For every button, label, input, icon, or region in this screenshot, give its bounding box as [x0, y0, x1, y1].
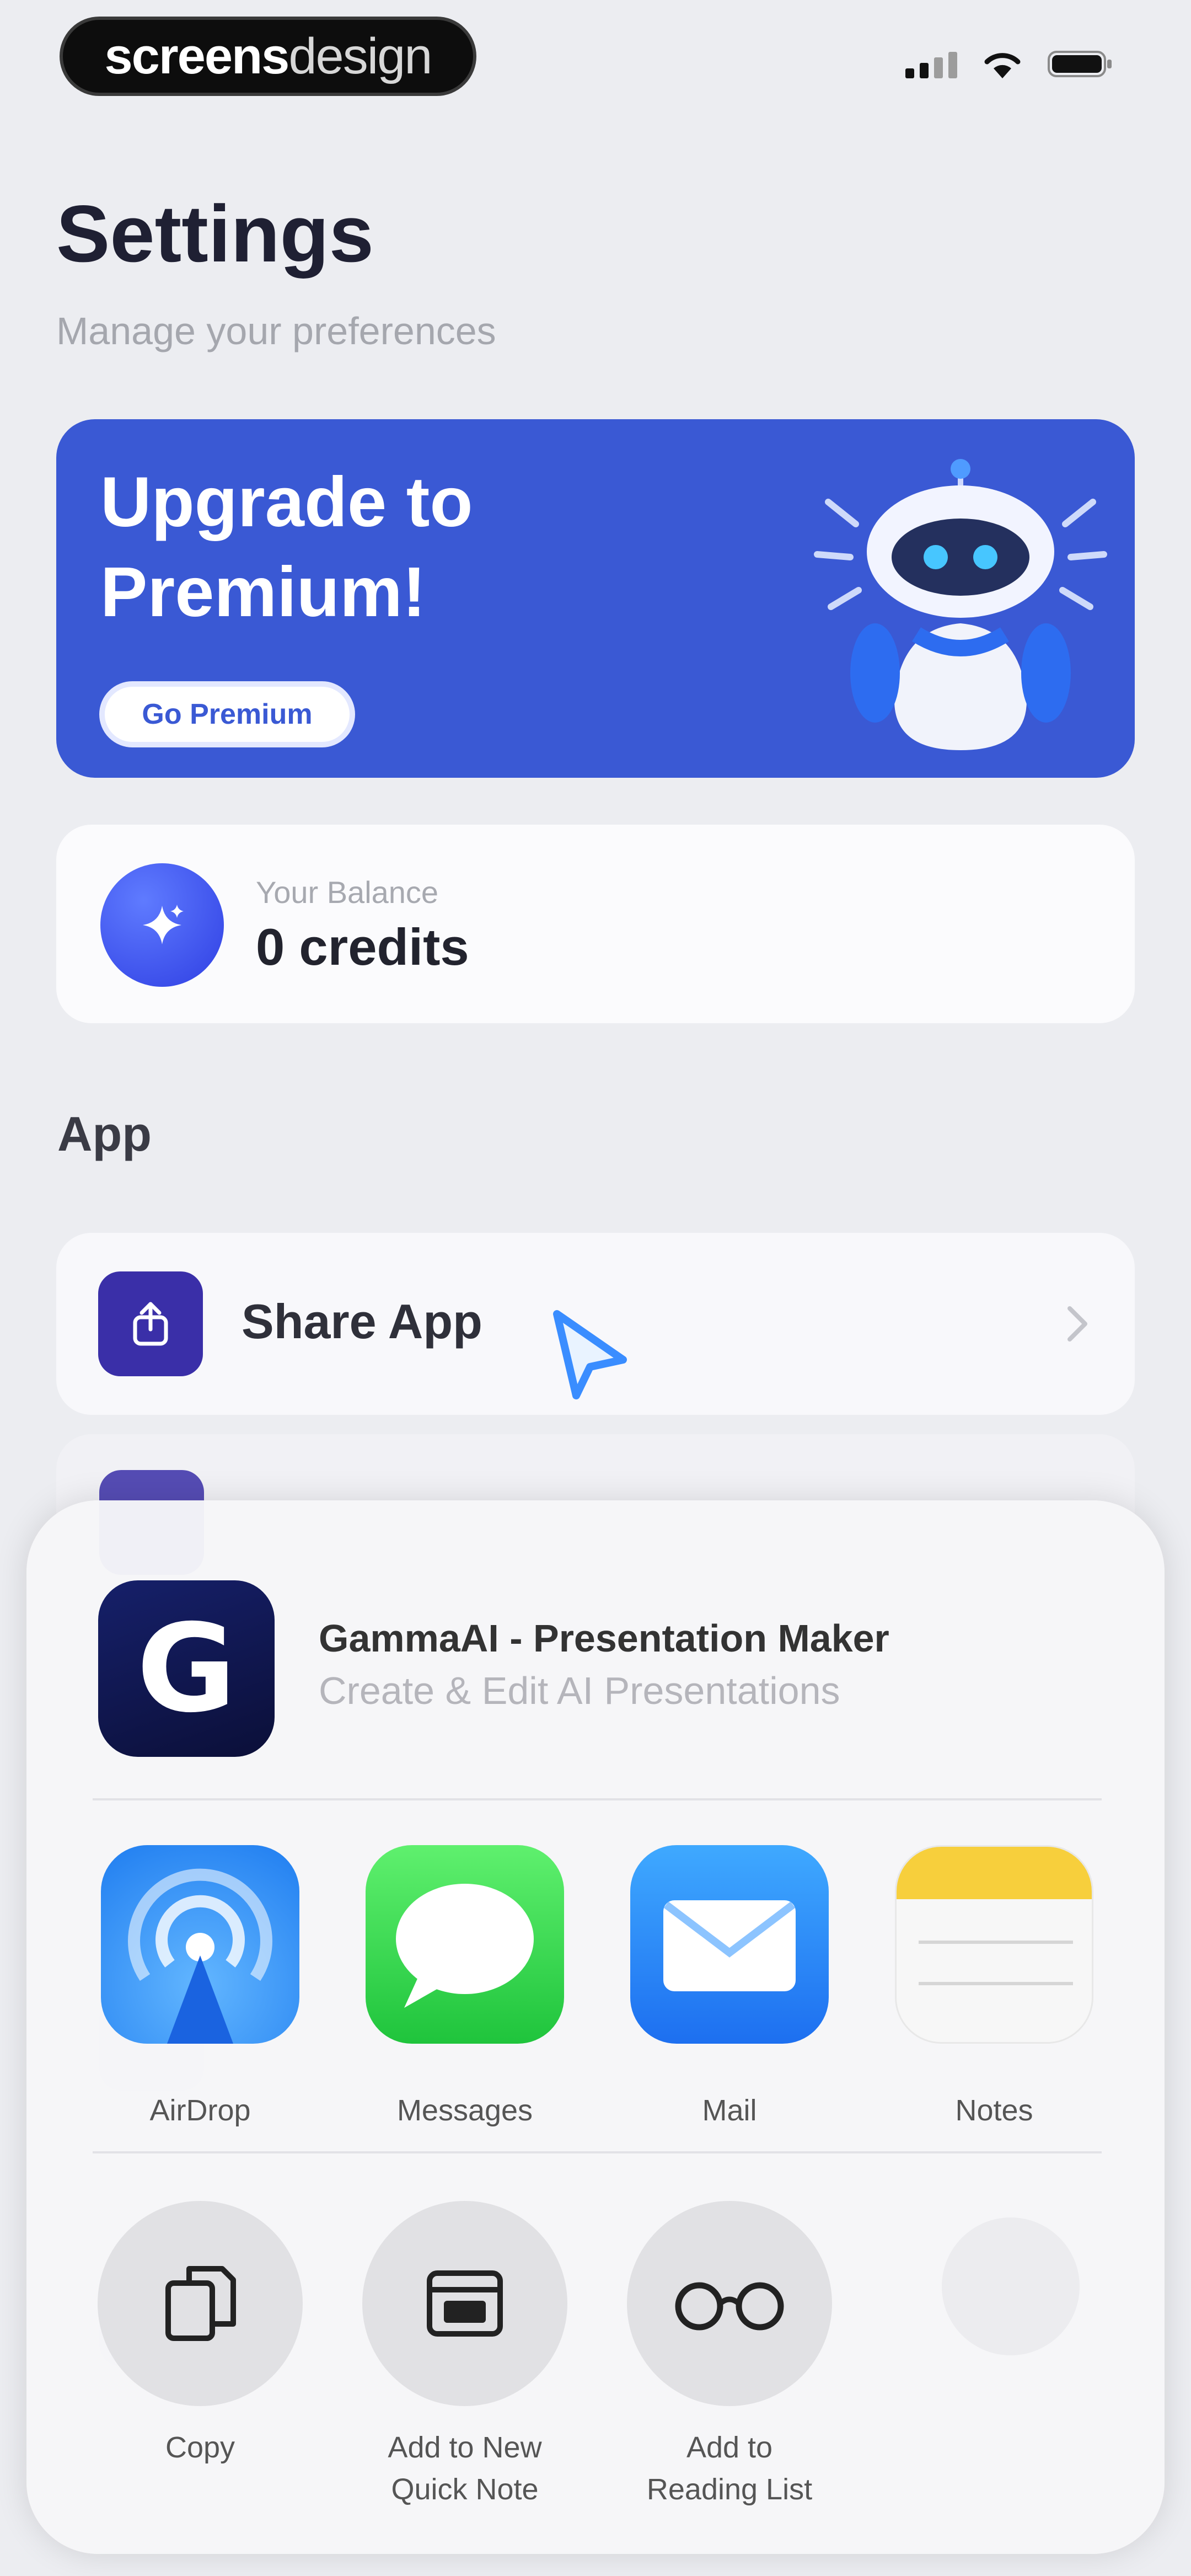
- sheet-divider: [93, 1798, 1102, 1800]
- reading-list-icon: [627, 2201, 832, 2406]
- brand-part-1: screens: [104, 28, 290, 84]
- shared-app-description: Create & Edit AI Presentations: [319, 1669, 840, 1712]
- sheet-divider: [93, 2151, 1102, 2153]
- battery-icon: [1048, 51, 1112, 77]
- action-hidden[interactable]: [942, 2217, 1080, 2355]
- status-bar: screens design: [0, 0, 1191, 116]
- premium-title: Upgrade to Premium!: [100, 463, 473, 632]
- sparkle-icon: [100, 863, 224, 987]
- wifi-icon: [984, 53, 1021, 78]
- share-sheet: G GammaAI - Presentation Maker Create & …: [26, 1500, 1165, 2554]
- go-premium-button[interactable]: Go Premium: [99, 681, 355, 747]
- action-label: Copy: [165, 2431, 235, 2464]
- balance-label: Your Balance: [256, 875, 439, 910]
- brand-part-2: design: [288, 28, 432, 84]
- share-target-label: Notes: [955, 2094, 1033, 2127]
- share-target-mail[interactable]: Mail: [627, 1845, 831, 2128]
- action-label: Add to Reading List: [646, 2431, 813, 2506]
- share-target-notes[interactable]: Notes: [892, 1845, 1096, 2128]
- action-add-quick-note[interactable]: Add to New Quick Note: [349, 2201, 581, 2510]
- mail-icon: [630, 1845, 829, 2044]
- chevron-right-icon: [1067, 1306, 1087, 1342]
- share-target-airdrop[interactable]: AirDrop: [98, 1845, 302, 2128]
- brand-watermark: screens design: [60, 17, 476, 96]
- share-target-label: Mail: [702, 2094, 757, 2127]
- premium-banner[interactable]: Upgrade to Premium! Go Premium: [56, 419, 1135, 778]
- status-icons: [905, 49, 1114, 79]
- share-app-label: Share App: [242, 1294, 482, 1349]
- shared-app-name: GammaAI - Presentation Maker: [319, 1617, 889, 1660]
- action-add-reading-list[interactable]: Add to Reading List: [614, 2201, 845, 2510]
- section-label-app: App: [57, 1107, 152, 1161]
- share-target-label: Messages: [396, 2094, 533, 2127]
- pointer-cursor-icon: [553, 1310, 627, 1399]
- balance-card: Your Balance 0 credits: [56, 825, 1135, 1023]
- share-target-messages[interactable]: Messages: [363, 1845, 567, 2128]
- notes-icon: [895, 1845, 1093, 2044]
- robot-mascot-icon: [814, 459, 1107, 750]
- airdrop-icon: [101, 1845, 299, 2044]
- action-label: Add to New Quick Note: [388, 2431, 542, 2506]
- copy-icon: [98, 2201, 303, 2406]
- cellular-signal-icon: [905, 50, 957, 78]
- action-copy[interactable]: Copy: [84, 2201, 316, 2469]
- share-target-label: AirDrop: [149, 2094, 251, 2127]
- messages-icon: [366, 1845, 564, 2044]
- share-icon: [98, 1271, 203, 1376]
- page-title: Settings: [56, 189, 374, 279]
- page-subtitle: Manage your preferences: [56, 309, 496, 352]
- balance-value: 0 credits: [256, 918, 469, 976]
- app-icon-letter: G: [136, 1598, 237, 1739]
- gamma-app-icon: G: [98, 1580, 275, 1757]
- quick-note-icon: [362, 2201, 567, 2406]
